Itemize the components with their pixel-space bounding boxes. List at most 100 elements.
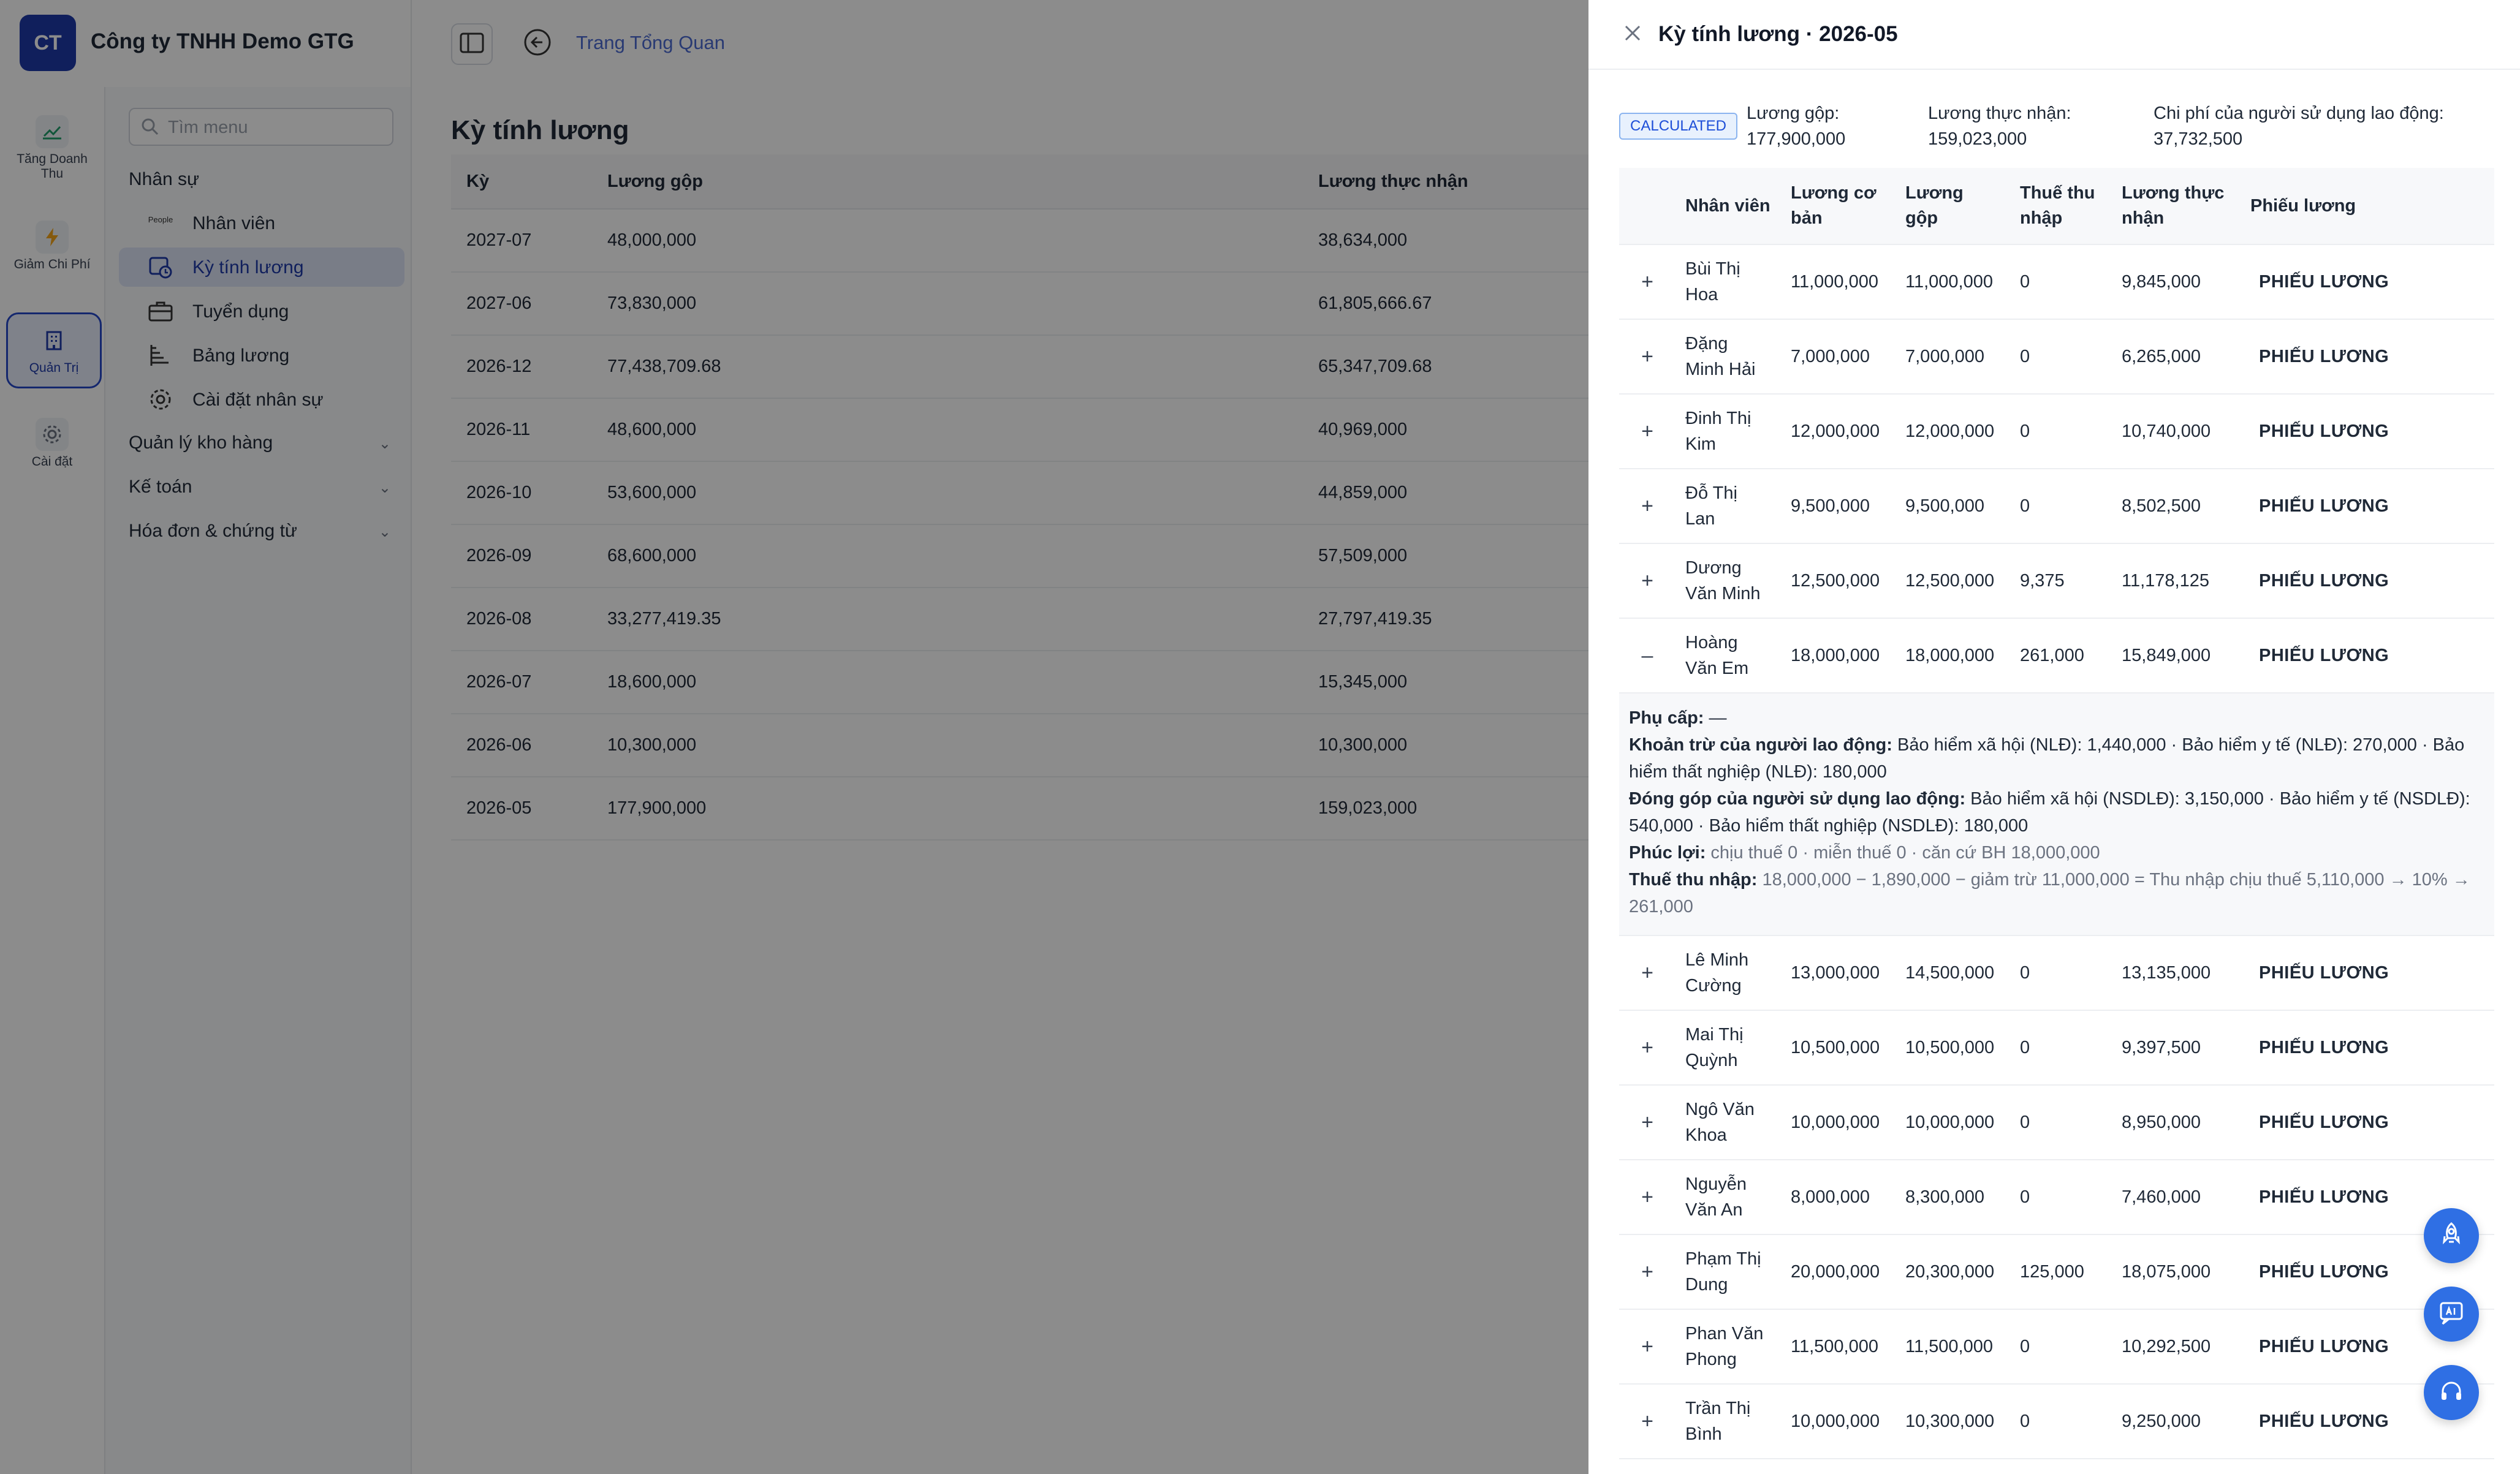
detail-employer-contributions: Đóng góp của người sử dụng lao động: Bảo… [1629, 785, 2484, 839]
detail-label: Phúc lợi: [1629, 843, 1706, 863]
income-tax: 0 [2010, 1085, 2112, 1160]
income-tax: 0 [2010, 469, 2112, 544]
payslip-link[interactable]: PHIẾU LƯƠNG [2241, 394, 2494, 469]
table-row-expanded: – Hoàng Văn Em 18,000,000 18,000,000 261… [1619, 618, 2494, 694]
payslip-link[interactable]: PHIẾU LƯƠNG [2241, 469, 2494, 544]
payslip-link[interactable]: PHIẾU LƯƠNG [2241, 319, 2494, 395]
employee-name: Đỗ Thị Lan [1676, 469, 1781, 544]
net-salary: 9,845,000 [2112, 244, 2241, 320]
expand-row-button[interactable]: + [1619, 543, 1676, 619]
net-salary: 9,397,500 [2112, 1010, 2241, 1086]
column-header[interactable]: Lương gộp [1896, 168, 2010, 245]
net-salary: 15,849,000 [2112, 618, 2241, 694]
income-tax: 125,000 [2010, 1234, 2112, 1310]
payslip-link[interactable]: PHIẾU LƯƠNG [2241, 1085, 2494, 1160]
base-salary: 11,000,000 [1781, 244, 1896, 320]
summary-gross: Lương gộp: 177,900,000 [1747, 100, 1845, 152]
modal-backdrop[interactable] [0, 0, 1588, 1474]
employee-name: Dương Văn Minh [1676, 543, 1781, 619]
expand-row-button[interactable]: + [1619, 1160, 1676, 1235]
ai-assistant-button[interactable] [2424, 1287, 2479, 1342]
gross-salary: 14,500,000 [1896, 935, 2010, 1011]
summary-value: 159,023,000 [1928, 129, 2027, 149]
payslip-link[interactable]: PHIẾU LƯƠNG [2241, 244, 2494, 320]
table-row: + Nguyễn Văn An 8,000,000 8,300,000 0 7,… [1619, 1160, 2494, 1235]
expand-row-button[interactable]: + [1619, 1010, 1676, 1086]
payroll-period-drawer: Kỳ tính lương · 2026-05 CALCULATED Lương… [1588, 0, 2520, 1474]
expand-row-button[interactable]: + [1619, 1309, 1676, 1385]
table-row: + Đinh Thị Kim 12,000,000 12,000,000 0 1… [1619, 394, 2494, 469]
income-tax: 0 [2010, 1309, 2112, 1385]
payslip-link[interactable]: PHIẾU LƯƠNG [2241, 935, 2494, 1011]
table-row: + Phạm Thị Dung 20,000,000 20,300,000 12… [1619, 1234, 2494, 1310]
table-row: + Phan Văn Phong 11,500,000 11,500,000 0… [1619, 1309, 2494, 1385]
payslip-link[interactable]: PHIẾU LƯƠNG [2241, 1010, 2494, 1086]
detail-allowance: Phụ cấp: — [1629, 705, 2484, 731]
summary-net: Lương thực nhận: 159,023,000 [1928, 100, 2071, 152]
gross-salary: 12,500,000 [1896, 543, 2010, 619]
expand-row-button[interactable]: + [1619, 1234, 1676, 1310]
column-header[interactable]: Thuế thu nhập [2010, 168, 2112, 245]
table-row: + Đỗ Thị Lan 9,500,000 9,500,000 0 8,502… [1619, 469, 2494, 544]
summary-label: Chi phí của người sử dụng lao động: [2154, 104, 2444, 123]
net-salary: 9,250,000 [2112, 1384, 2241, 1459]
base-salary: 9,500,000 [1781, 469, 1896, 544]
net-salary: 8,502,500 [2112, 469, 2241, 544]
income-tax: 9,375 [2010, 543, 2112, 619]
income-tax: 0 [2010, 244, 2112, 320]
net-salary: 18,075,000 [2112, 1234, 2241, 1310]
employee-name: Trần Thị Bình [1676, 1384, 1781, 1459]
base-salary: 18,000,000 [1781, 618, 1896, 694]
column-header[interactable]: Lương cơ bản [1781, 168, 1896, 245]
net-salary: 11,178,125 [2112, 543, 2241, 619]
employee-name: Đặng Minh Hải [1676, 319, 1781, 395]
payslip-table-container[interactable]: Nhân viên Lương cơ bản Lương gộp Thuế th… [1619, 168, 2494, 1459]
detail-benefits: Phúc lợi: chịu thuế 0 · miễn thuế 0 · că… [1629, 839, 2484, 866]
table-row: + Bùi Thị Hoa 11,000,000 11,000,000 0 9,… [1619, 244, 2494, 320]
table-row: + Ngô Văn Khoa 10,000,000 10,000,000 0 8… [1619, 1085, 2494, 1160]
employee-name: Bùi Thị Hoa [1676, 244, 1781, 320]
summary-label: Lương thực nhận: [1928, 104, 2071, 123]
employee-name: Hoàng Văn Em [1676, 618, 1781, 694]
column-header[interactable]: Phiếu lương [2241, 168, 2494, 245]
employee-name: Ngô Văn Khoa [1676, 1085, 1781, 1160]
support-button[interactable] [2424, 1365, 2479, 1420]
drawer-header: Kỳ tính lương · 2026-05 [1588, 0, 2520, 70]
income-tax: 0 [2010, 935, 2112, 1011]
expand-row-button[interactable]: + [1619, 1085, 1676, 1160]
employee-name: Phạm Thị Dung [1676, 1234, 1781, 1310]
payslip-link[interactable]: PHIẾU LƯƠNG [2241, 618, 2494, 694]
expand-row-button[interactable]: + [1619, 319, 1676, 395]
collapse-row-button[interactable]: – [1619, 618, 1676, 694]
column-header[interactable]: Nhân viên [1676, 168, 1781, 245]
payslip-link[interactable]: PHIẾU LƯƠNG [2241, 543, 2494, 619]
gross-salary: 20,300,000 [1896, 1234, 2010, 1310]
base-salary: 10,500,000 [1781, 1010, 1896, 1086]
gross-salary: 7,000,000 [1896, 319, 2010, 395]
net-salary: 13,135,000 [2112, 935, 2241, 1011]
expand-row-button[interactable]: + [1619, 469, 1676, 544]
close-button[interactable] [1619, 21, 1646, 48]
expand-row-button[interactable]: + [1619, 244, 1676, 320]
expand-row-button[interactable]: + [1619, 394, 1676, 469]
table-row: + Mai Thị Quỳnh 10,500,000 10,500,000 0 … [1619, 1010, 2494, 1086]
expand-column-header [1619, 168, 1676, 245]
base-salary: 12,000,000 [1781, 394, 1896, 469]
expand-row-button[interactable]: + [1619, 935, 1676, 1011]
detail-label: Đóng góp của người sử dụng lao động: [1629, 789, 1966, 809]
base-salary: 20,000,000 [1781, 1234, 1896, 1310]
detail-employee-deductions: Khoản trừ của người lao động: Bảo hiểm x… [1629, 731, 2484, 785]
expand-row-button[interactable]: + [1619, 1384, 1676, 1459]
ai-chat-icon [2438, 1299, 2465, 1329]
drawer-title: Kỳ tính lương · 2026-05 [1658, 22, 1898, 46]
column-header[interactable]: Lương thực nhận [2112, 168, 2241, 245]
table-row: + Đặng Minh Hải 7,000,000 7,000,000 0 6,… [1619, 319, 2494, 395]
summary-employer-cost: Chi phí của người sử dụng lao động: 37,7… [2154, 100, 2444, 152]
net-salary: 10,292,500 [2112, 1309, 2241, 1385]
gross-salary: 12,000,000 [1896, 394, 2010, 469]
rocket-button[interactable] [2424, 1208, 2479, 1263]
employee-name: Phan Văn Phong [1676, 1309, 1781, 1385]
gross-salary: 18,000,000 [1896, 618, 2010, 694]
gross-salary: 10,300,000 [1896, 1384, 2010, 1459]
detail-value: chịu thuế 0 · miễn thuế 0 · căn cứ BH 18… [1710, 843, 2100, 863]
